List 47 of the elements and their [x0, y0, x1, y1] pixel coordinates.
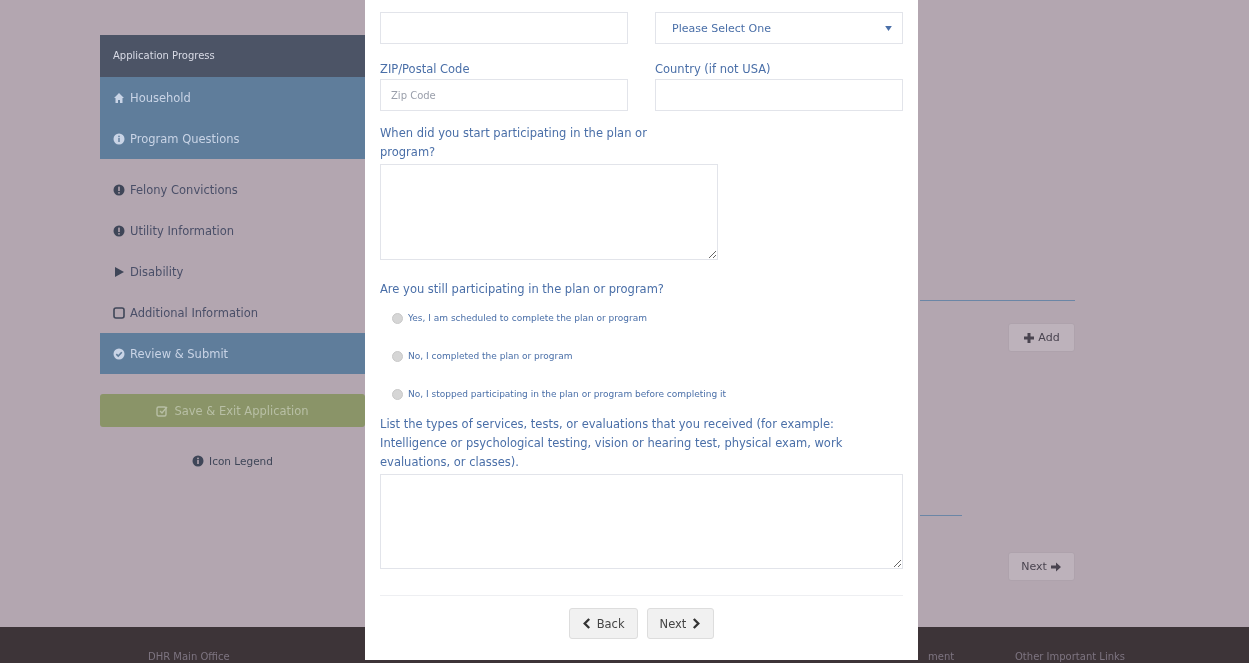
question-label: Are you still participating in the plan or program?: [380, 281, 665, 298]
footer-link[interactable]: DHR Main Office: [148, 651, 230, 662]
option-label[interactable]: No, I stopped participating in the plan or program before completing it: [408, 389, 727, 399]
sidebar-item[interactable]: Utility Information: [100, 210, 365, 251]
sidebar-item[interactable]: Felony Convictions: [100, 169, 365, 210]
field-label: ZIP/Postal Code: [380, 61, 471, 78]
question-label: List the types of services, tests, or evaluations that you received (for example: Intelligence or psychological testing, vision or hearing test, physical exam, work evaluations, or classes).: [380, 416, 844, 471]
text-field[interactable]: [380, 12, 628, 44]
footer-link[interactable]: ment: [928, 651, 955, 662]
next-button[interactable]: Next: [646, 608, 715, 639]
play-icon: [113, 265, 125, 278]
radio-button[interactable]: [392, 312, 403, 324]
checkbox-icon: [113, 306, 125, 319]
check-circle-icon: [113, 347, 125, 360]
zip-code-field[interactable]: Zip Code: [380, 79, 628, 111]
radio-button[interactable]: [392, 350, 403, 362]
home-icon: [113, 91, 125, 104]
option-label[interactable]: Yes, I am scheduled to complete the plan or program: [408, 313, 648, 323]
question-label: When did you start participating in the plan or program?: [380, 125, 648, 161]
text-area[interactable]: [380, 474, 903, 569]
arrow-right-icon: [1049, 560, 1062, 573]
icon-legend-link[interactable]: Icon Legend: [209, 455, 273, 467]
chevron-left-icon: [581, 618, 591, 629]
sidebar-item[interactable]: Household: [100, 77, 365, 118]
sidebar-item[interactable]: Disability: [100, 251, 365, 292]
alert-icon: [113, 224, 125, 237]
caret-icon: [885, 25, 892, 31]
add-button[interactable]: Add: [1008, 323, 1075, 352]
alert-icon: [113, 183, 125, 196]
footer-link[interactable]: Other Important Links: [1015, 651, 1125, 662]
select-dropdown[interactable]: Please Select One: [655, 12, 903, 44]
sidebar-item[interactable]: Additional Information: [100, 292, 365, 333]
plus-icon: [1023, 331, 1036, 344]
radio-button[interactable]: [392, 388, 403, 400]
sidebar-item[interactable]: Review & Submit: [100, 333, 365, 374]
chevron-right-icon: [692, 618, 702, 629]
next-button[interactable]: Next: [1008, 552, 1075, 581]
field-label: Country (if not USA): [655, 61, 772, 78]
text-area[interactable]: [380, 164, 718, 260]
option-label[interactable]: No, I completed the plan or program: [408, 351, 573, 361]
country-field[interactable]: [655, 79, 903, 111]
sidebar-header: Application Progress: [100, 35, 365, 77]
info-icon: [113, 132, 125, 145]
info-icon: [192, 455, 205, 467]
back-button[interactable]: Back: [568, 608, 638, 639]
sidebar-item[interactable]: Program Questions: [100, 118, 365, 159]
edit-icon: [156, 404, 169, 417]
